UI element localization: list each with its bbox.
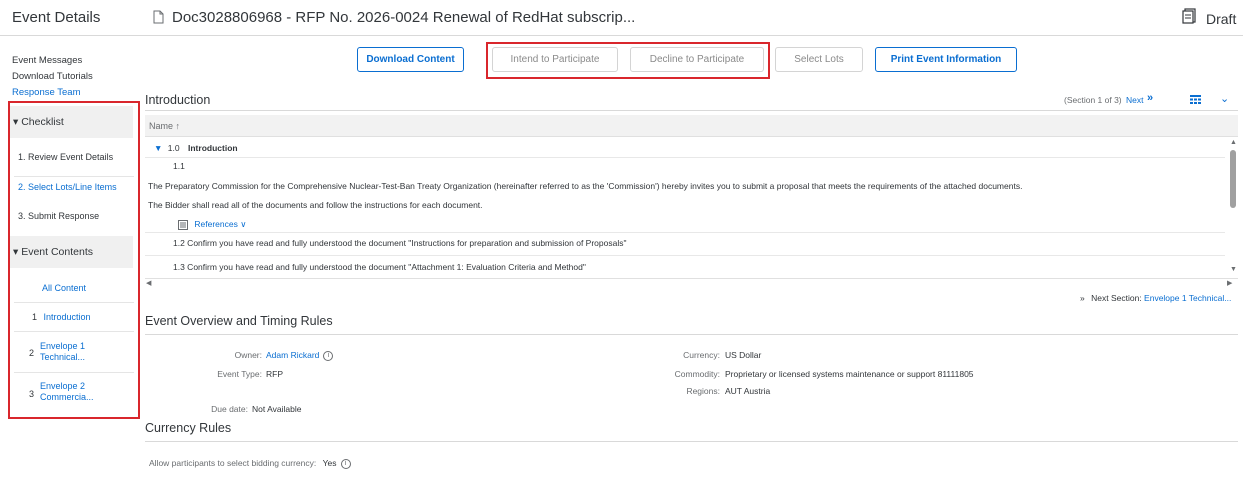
attachment-icon bbox=[178, 219, 188, 230]
row-divider bbox=[145, 232, 1225, 233]
event-type-value: RFP bbox=[266, 369, 283, 379]
next-section-envelope-link[interactable]: Envelope 1 Technical... bbox=[1144, 293, 1231, 303]
currency-rules-title: Currency Rules bbox=[145, 421, 232, 435]
commodity-value: Proprietary or licensed systems maintena… bbox=[725, 369, 974, 379]
currency-link[interactable]: US Dollar bbox=[725, 350, 761, 360]
section-indicator: (Section 1 of 3) bbox=[1064, 95, 1122, 105]
horizontal-scrollbar[interactable] bbox=[145, 278, 1238, 279]
next-section-nav: » Next Section: Envelope 1 Technical... bbox=[1080, 293, 1231, 303]
name-column-header[interactable]: Name ↑ bbox=[145, 115, 1238, 137]
references-link[interactable]: References bbox=[194, 219, 237, 229]
commodity-label: Commodity: bbox=[674, 369, 720, 379]
allow-currency-row: Allow participants to select bidding cur… bbox=[149, 458, 351, 469]
regions-label: Regions: bbox=[686, 386, 720, 396]
introduction-title: Introduction bbox=[145, 93, 211, 107]
item-row-1-2[interactable]: 1.2 Confirm you have read and fully unde… bbox=[173, 238, 1243, 248]
event-messages-link[interactable]: Event Messages bbox=[12, 53, 93, 69]
group-number: 1.0 bbox=[167, 143, 180, 153]
double-chevron-down-icon[interactable]: ⌄ bbox=[1220, 92, 1229, 105]
section-divider bbox=[145, 110, 1238, 111]
allow-currency-value: Yes bbox=[322, 458, 337, 468]
page-header: Event Details Doc3028806968 - RFP No. 20… bbox=[0, 0, 1243, 36]
owner-label: Owner: bbox=[234, 350, 262, 360]
event-type-label: Event Type: bbox=[217, 369, 262, 379]
row-divider bbox=[145, 255, 1225, 256]
next-section-link[interactable]: Next bbox=[1126, 95, 1143, 105]
item-row-1-3[interactable]: 1.3 Confirm you have read and fully unde… bbox=[173, 262, 1243, 272]
intro-paragraph-2: The Bidder shall read all of the documen… bbox=[148, 200, 483, 210]
draft-document-icon bbox=[1182, 8, 1196, 24]
due-date-label: Due date: bbox=[211, 404, 248, 414]
next-section-label: Next Section: bbox=[1091, 293, 1142, 303]
section-divider bbox=[145, 441, 1238, 442]
select-lots-button[interactable]: Select Lots bbox=[775, 47, 863, 72]
allow-currency-label: Allow participants to select bidding cur… bbox=[149, 458, 317, 468]
document-title: Doc3028806968 - RFP No. 2026-0024 Renewa… bbox=[172, 9, 636, 26]
group-row-introduction[interactable]: ▼ 1.0 Introduction bbox=[154, 143, 1234, 153]
print-event-information-button[interactable]: Print Event Information bbox=[875, 47, 1017, 72]
info-icon[interactable]: i bbox=[340, 458, 351, 469]
download-content-button[interactable]: Download Content bbox=[357, 47, 464, 72]
owner-link[interactable]: Adam Rickard bbox=[266, 350, 319, 360]
status-label: Draft bbox=[1206, 11, 1237, 27]
sidebar-links: Event Messages Download Tutorials Respon… bbox=[12, 53, 93, 101]
item-number: 1.1 bbox=[173, 161, 185, 171]
document-icon bbox=[153, 10, 164, 24]
table-grid-icon[interactable] bbox=[1190, 95, 1201, 104]
intro-paragraph-1: The Preparatory Commission for the Compr… bbox=[148, 181, 1023, 191]
triangle-down-icon[interactable]: ▼ bbox=[154, 143, 162, 153]
overview-title: Event Overview and Timing Rules bbox=[145, 314, 333, 328]
response-team-link[interactable]: Response Team bbox=[12, 85, 93, 101]
scrollbar-thumb[interactable] bbox=[1230, 150, 1236, 208]
due-date-value: Not Available bbox=[252, 404, 302, 414]
scroll-left-icon[interactable]: ◀ bbox=[146, 279, 151, 287]
scroll-up-icon[interactable]: ▲ bbox=[1230, 139, 1237, 146]
double-chevron-right-icon: » bbox=[1080, 293, 1085, 303]
chevron-down-icon[interactable]: ∨ bbox=[240, 219, 246, 229]
participation-highlight-box bbox=[486, 42, 770, 79]
currency-label: Currency: bbox=[683, 350, 720, 360]
double-chevron-right-icon[interactable]: » bbox=[1147, 92, 1153, 104]
references-row[interactable]: References ∨ bbox=[178, 219, 1243, 230]
sidebar-highlight-box bbox=[8, 101, 140, 419]
scroll-down-icon[interactable]: ▼ bbox=[1230, 266, 1237, 273]
app-title: Event Details bbox=[12, 9, 101, 26]
section-divider bbox=[145, 334, 1238, 335]
download-tutorials-link[interactable]: Download Tutorials bbox=[12, 69, 93, 85]
owner-value: Adam Rickard i bbox=[266, 350, 334, 361]
info-icon[interactable]: i bbox=[323, 350, 334, 361]
regions-value: AUT Austria bbox=[725, 386, 771, 396]
scroll-right-icon[interactable]: ▶ bbox=[1227, 279, 1232, 287]
row-divider bbox=[145, 157, 1225, 158]
group-label: Introduction bbox=[188, 143, 238, 153]
